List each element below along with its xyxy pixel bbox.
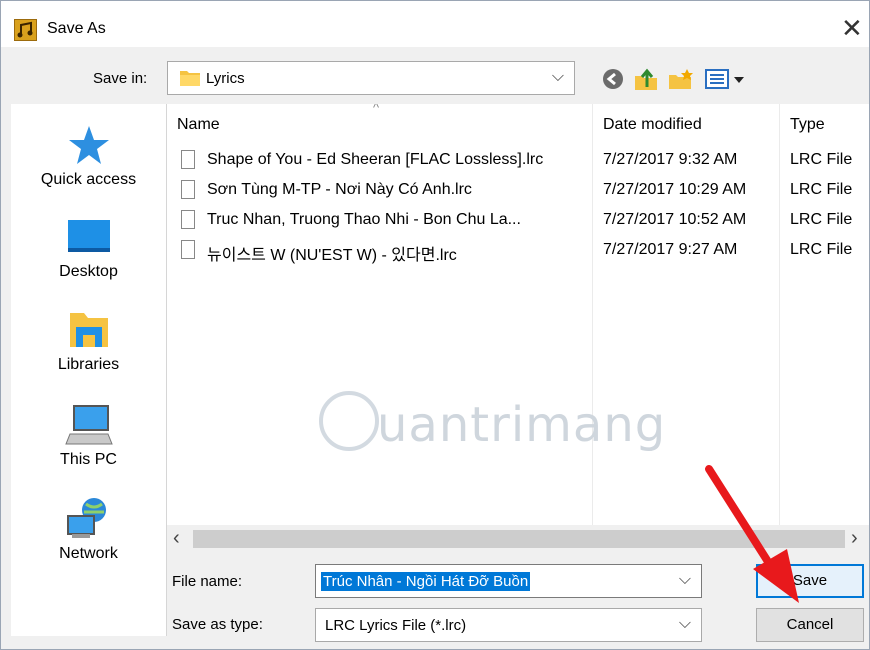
save-as-type-value: LRC Lyrics File (*.lrc) bbox=[325, 617, 467, 634]
folder-icon bbox=[180, 71, 200, 86]
sort-ascending-icon: ^ bbox=[373, 104, 380, 115]
file-icon bbox=[181, 240, 195, 259]
desktop-icon bbox=[67, 220, 110, 252]
back-icon[interactable] bbox=[601, 67, 625, 91]
file-icon bbox=[181, 180, 195, 199]
view-menu-icon[interactable] bbox=[705, 67, 747, 91]
file-type: LRC File bbox=[790, 211, 853, 228]
place-desktop[interactable]: Desktop bbox=[11, 216, 166, 281]
save-in-label: Save in: bbox=[93, 70, 148, 87]
quick-access-star-icon bbox=[68, 126, 109, 164]
file-name: 뉴이스트 W (NU'EST W) - 있다면.lrc bbox=[207, 247, 457, 264]
column-type-header[interactable]: Type bbox=[790, 116, 825, 134]
close-button[interactable]: ✕ bbox=[841, 13, 863, 43]
window-title: Save As bbox=[47, 20, 106, 37]
place-libraries[interactable]: Libraries bbox=[11, 309, 166, 374]
save-in-dropdown[interactable]: Lyrics ⌵ bbox=[167, 61, 575, 95]
places-bar: Quick access Desktop Libraries This PC N… bbox=[11, 104, 167, 636]
place-network[interactable]: Network bbox=[11, 496, 166, 563]
scroll-left-arrow-icon[interactable]: ‹ bbox=[173, 527, 180, 550]
cancel-button[interactable]: Cancel bbox=[756, 608, 864, 642]
place-this-pc[interactable]: This PC bbox=[11, 402, 166, 469]
network-icon bbox=[66, 498, 106, 538]
file-date: 7/27/2017 10:29 AM bbox=[603, 181, 747, 198]
file-row[interactable]: Sơn Tùng M-TP - Nơi Này Có Anh.lrc 7/27/… bbox=[167, 177, 869, 205]
file-row[interactable]: 뉴이스트 W (NU'EST W) - 있다면.lrc 7/27/2017 9:… bbox=[167, 237, 869, 265]
chevron-down-icon: ⌵ bbox=[678, 615, 691, 632]
file-name: Sơn Tùng M-TP - Nơi Này Có Anh.lrc bbox=[207, 181, 472, 198]
column-date-header[interactable]: Date modified bbox=[603, 116, 702, 134]
file-name-label: File name: bbox=[172, 573, 243, 590]
red-arrow-annotation bbox=[705, 465, 799, 603]
up-folder-icon[interactable] bbox=[633, 67, 659, 91]
file-date: 7/27/2017 10:52 AM bbox=[603, 211, 747, 228]
libraries-icon bbox=[69, 313, 108, 347]
app-music-icon bbox=[14, 19, 37, 41]
file-date: 7/27/2017 9:27 AM bbox=[603, 241, 738, 258]
file-row[interactable]: Truc Nhan, Truong Thao Nhi - Bon Chu La.… bbox=[167, 207, 869, 235]
scroll-right-arrow-icon[interactable]: › bbox=[851, 527, 858, 550]
file-name-input[interactable]: Trúc Nhân - Ngồi Hát Đỡ Buồn ⌵ bbox=[315, 564, 702, 598]
current-folder: Lyrics bbox=[206, 70, 245, 87]
watermark-bulb-icon bbox=[319, 391, 379, 451]
place-quick-access[interactable]: Quick access bbox=[11, 124, 166, 189]
new-folder-icon[interactable] bbox=[667, 67, 695, 91]
column-name-header[interactable]: Name bbox=[177, 116, 220, 134]
file-name: Shape of You - Ed Sheeran [FLAC Lossless… bbox=[207, 151, 544, 168]
file-date: 7/27/2017 9:32 AM bbox=[603, 151, 738, 168]
file-row[interactable]: Shape of You - Ed Sheeran [FLAC Lossless… bbox=[167, 147, 869, 175]
watermark-logo: uantrimang bbox=[319, 391, 669, 461]
title-bar: Save As ✕ bbox=[1, 1, 869, 47]
file-type: LRC File bbox=[790, 151, 853, 168]
chevron-down-icon: ⌵ bbox=[551, 68, 564, 85]
file-name: Truc Nhan, Truong Thao Nhi - Bon Chu La.… bbox=[207, 211, 521, 228]
save-as-type-label: Save as type: bbox=[172, 616, 263, 633]
chevron-down-icon[interactable]: ⌵ bbox=[679, 571, 691, 589]
file-type: LRC File bbox=[790, 241, 853, 258]
file-type: LRC File bbox=[790, 181, 853, 198]
save-as-dialog: Save As ✕ Save in: Lyrics ⌵ Quick access… bbox=[0, 0, 870, 650]
save-as-type-dropdown[interactable]: LRC Lyrics File (*.lrc) ⌵ bbox=[315, 608, 702, 642]
file-icon bbox=[181, 150, 195, 169]
file-icon bbox=[181, 210, 195, 229]
file-name-value[interactable]: Trúc Nhân - Ngồi Hát Đỡ Buồn bbox=[321, 572, 531, 591]
this-pc-icon bbox=[64, 405, 113, 445]
